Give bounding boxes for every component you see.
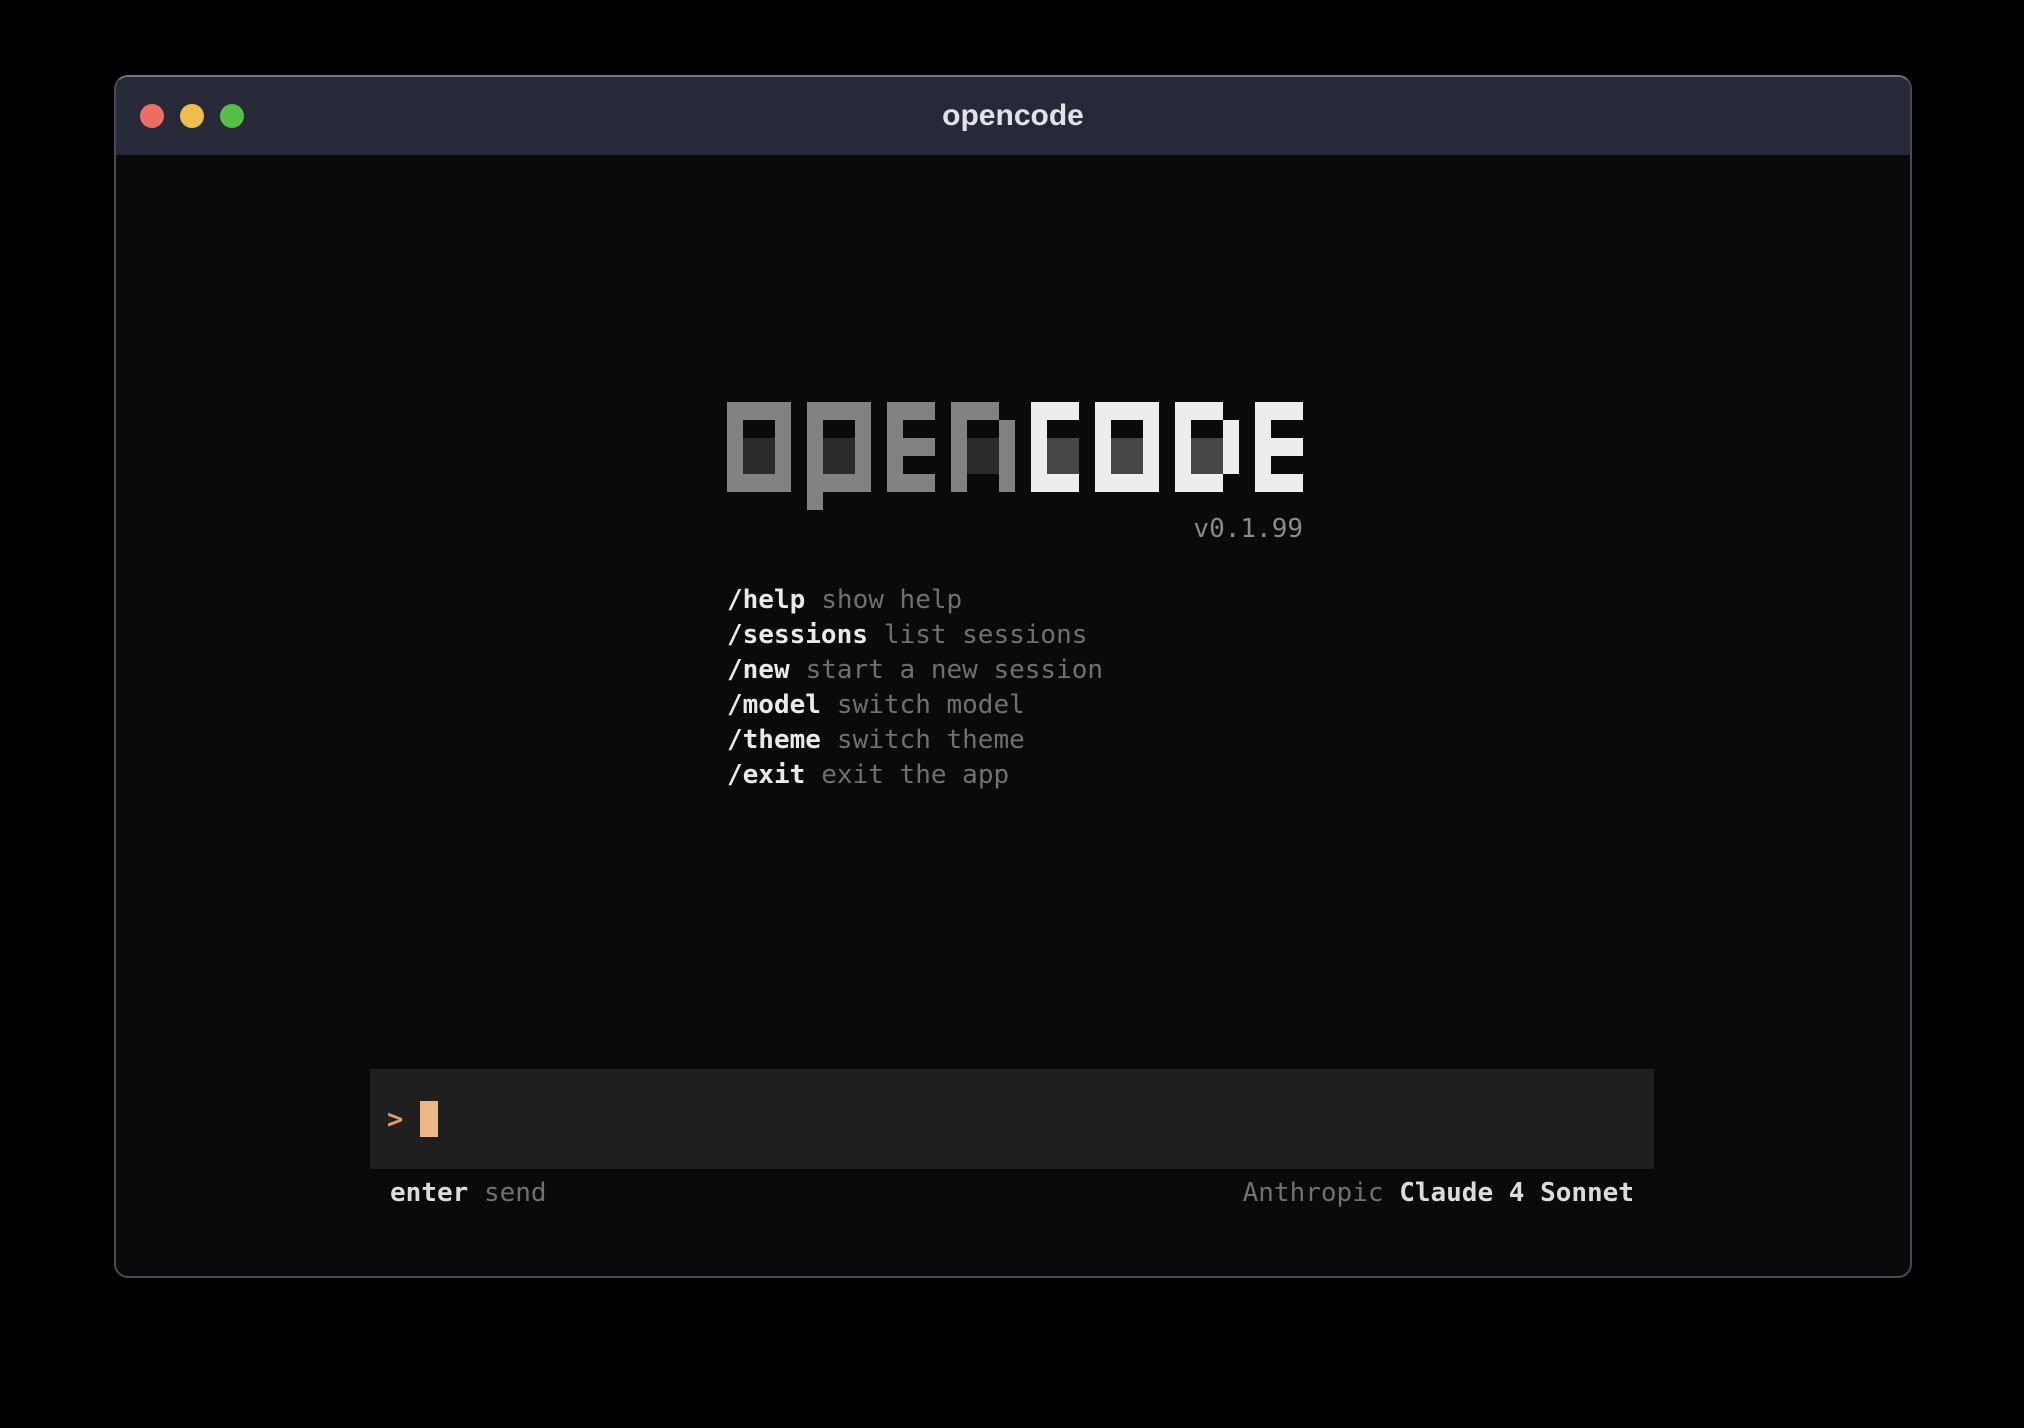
model-provider: Anthropic [1243, 1178, 1384, 1208]
command-name: /new [727, 655, 790, 685]
command-name: /model [727, 690, 821, 720]
opencode-window: opencode v0.1.99 /help show help/sessions… [114, 75, 1912, 1278]
key-hint-key: enter [390, 1178, 468, 1208]
command-name: /theme [727, 725, 821, 755]
command-help-row: /sessions list sessions [727, 618, 1103, 653]
command-help-list: /help show help/sessions list sessions/new… [727, 583, 1103, 793]
command-description: list sessions [884, 620, 1088, 650]
command-description: start a new session [806, 655, 1103, 685]
prompt-input[interactable]: > [370, 1069, 1654, 1169]
command-description: switch theme [837, 725, 1025, 755]
command-description: show help [821, 585, 962, 615]
command-name: /help [727, 585, 805, 615]
command-description: switch model [837, 690, 1025, 720]
window-title: opencode [116, 77, 1910, 155]
opencode-logo [727, 402, 1303, 510]
status-bar: enter send Anthropic Claude 4 Sonnet [370, 1175, 1654, 1211]
model-name: Claude 4 Sonnet [1399, 1178, 1634, 1208]
model-indicator: Anthropic Claude 4 Sonnet [1243, 1175, 1634, 1211]
command-help-row: /model switch model [727, 688, 1103, 723]
command-description: exit the app [821, 760, 1009, 790]
text-cursor [420, 1101, 438, 1137]
command-help-row: /theme switch theme [727, 723, 1103, 758]
key-hint: enter send [390, 1175, 547, 1211]
version-label: v0.1.99 [727, 514, 1303, 544]
command-help-row: /help show help [727, 583, 1103, 618]
desktop: opencode v0.1.99 /help show help/sessions… [0, 0, 2024, 1428]
command-name: /sessions [727, 620, 868, 650]
prompt-symbol: > [387, 1104, 403, 1135]
window-titlebar[interactable]: opencode [116, 77, 1910, 155]
command-name: /exit [727, 760, 805, 790]
command-help-row: /new start a new session [727, 653, 1103, 688]
command-help-row: /exit exit the app [727, 758, 1103, 793]
key-hint-action: send [484, 1178, 547, 1208]
